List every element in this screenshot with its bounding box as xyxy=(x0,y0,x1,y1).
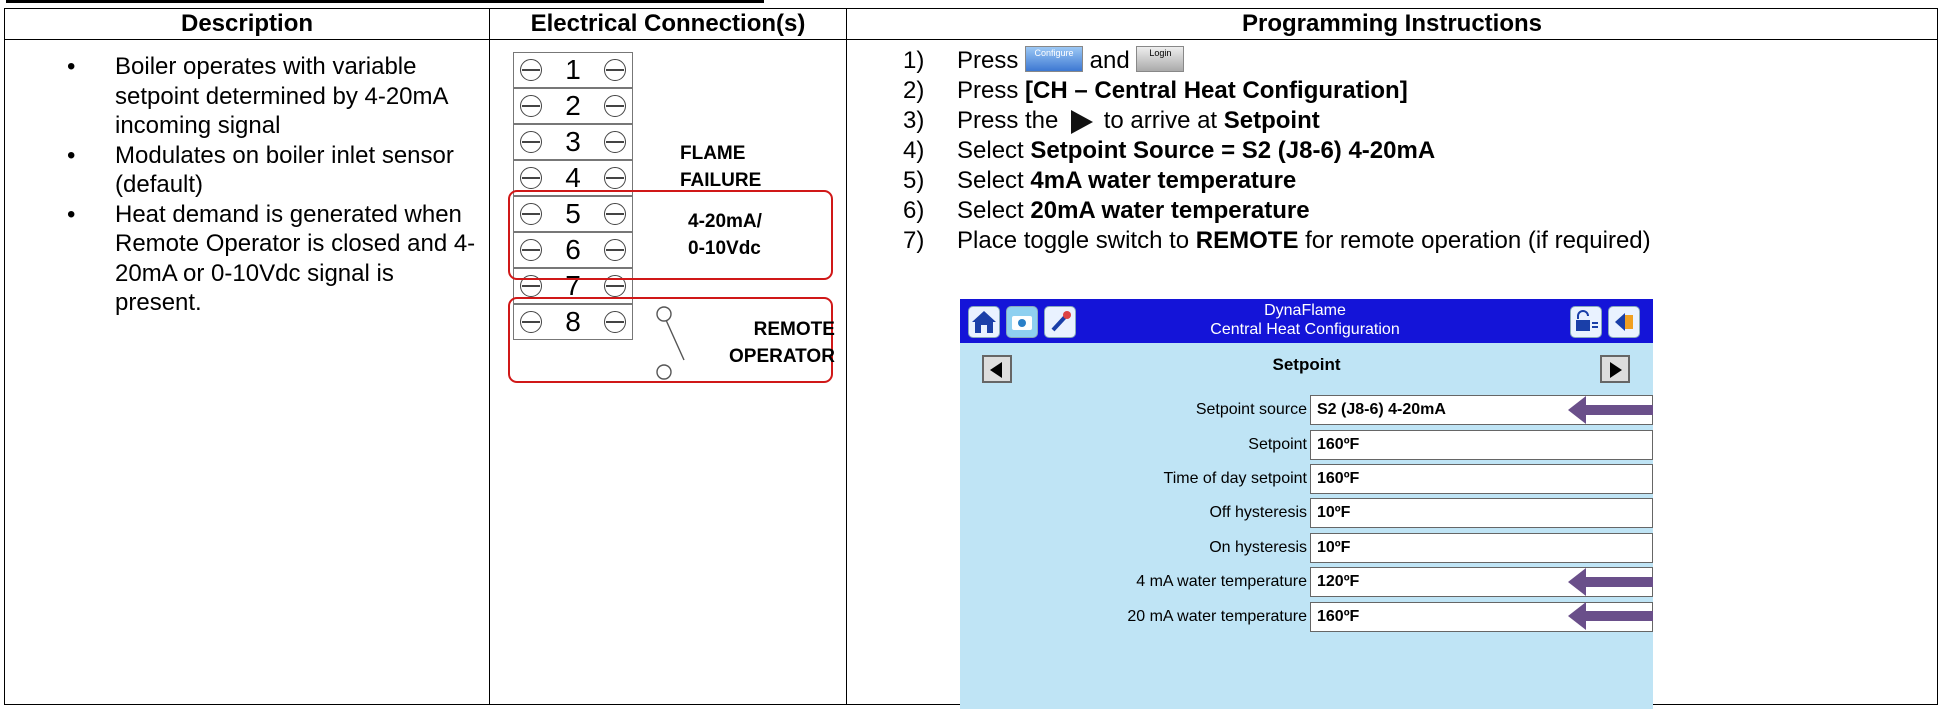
pointer-arrow-icon xyxy=(1568,396,1653,424)
home-icon[interactable] xyxy=(968,306,1000,338)
field-row: 4 mA water temperature 120ºF xyxy=(960,567,1653,597)
controller-screen: DynaFlame Central Heat Configuration Set… xyxy=(960,299,1653,709)
camera-icon[interactable] xyxy=(1006,306,1038,338)
field-row: 20 mA water temperature 160ºF xyxy=(960,602,1653,632)
field-row: Off hysteresis 10ºF xyxy=(960,498,1653,528)
pointer-arrow-icon xyxy=(1568,602,1653,630)
pointer-arrow-icon xyxy=(1568,568,1653,596)
header-rule xyxy=(6,0,764,3)
description-list: • Boiler operates with variable setpoint … xyxy=(5,40,489,318)
next-page-button[interactable] xyxy=(1600,355,1630,383)
flame-failure-label: FLAME FAILURE xyxy=(680,143,762,191)
screen-title-line2: Central Heat Configuration xyxy=(1210,321,1400,338)
step-1: 1) Press Configure and Login xyxy=(847,46,1937,76)
setpoint-field[interactable]: 160ºF xyxy=(1310,430,1653,460)
screw-icon xyxy=(603,95,626,117)
steps-list: 1) Press Configure and Login 2) Press [CH … xyxy=(847,40,1937,256)
step-2: 2) Press [CH – Central Heat Configuration… xyxy=(903,77,1408,104)
step-6: 6) Select 20mA water temperature xyxy=(903,197,1310,224)
step-5: 5) Select 4mA water temperature xyxy=(903,167,1297,194)
time-of-day-setpoint-field[interactable]: 160ºF xyxy=(1310,464,1653,494)
switch-icon xyxy=(656,306,685,380)
electrical-cell: 1 2 3 4 5 6 7 8 FLAME FAILURE 4-20mA/0-10… xyxy=(489,39,847,705)
tool-icon[interactable] xyxy=(1044,306,1076,338)
remote-operator-label: REMOTE OPERATOR xyxy=(729,319,835,367)
configure-button-image: Configure xyxy=(1025,46,1084,72)
field-row: Setpoint source S2 (J8-6) 4-20mA xyxy=(960,395,1653,425)
step-7: 7) Place toggle switch to REMOTE for remo… xyxy=(903,227,1651,254)
screw-icon xyxy=(603,167,626,189)
step-4: 4) Select Setpoint Source = S2 (J8-6) 4-2… xyxy=(903,137,1436,164)
description-item: • Boiler operates with variable setpoint … xyxy=(67,53,448,139)
header-programming-instructions: Programming Instructions xyxy=(846,8,1938,40)
field-row: On hysteresis 10ºF xyxy=(960,533,1653,563)
screw-icon xyxy=(603,59,626,81)
bullet-icon: • xyxy=(67,200,76,228)
step-3: 3) Press the to arrive at Setpoint xyxy=(903,107,1320,134)
description-cell: • Boiler operates with variable setpoint … xyxy=(4,39,490,705)
description-item: • Heat demand is generated when Remote Op… xyxy=(67,200,476,317)
field-row: Setpoint 160ºF xyxy=(960,430,1653,460)
screen-title-line1: DynaFlame xyxy=(1264,302,1346,319)
off-hysteresis-field[interactable]: 10ºF xyxy=(1310,498,1653,528)
back-icon[interactable] xyxy=(1608,306,1640,338)
signal-input-label: 4-20mA/0-10Vdc xyxy=(688,211,762,259)
terminal-2: 2 xyxy=(513,88,633,124)
arrow-right-icon xyxy=(1610,362,1622,378)
signal-terminals-highlight xyxy=(508,190,833,280)
bullet-icon: • xyxy=(67,53,76,80)
unlock-icon[interactable] xyxy=(1570,306,1602,338)
screen-header: DynaFlame Central Heat Configuration xyxy=(960,299,1653,343)
screw-icon xyxy=(520,95,542,117)
login-button-image: Login xyxy=(1136,46,1185,72)
screw-icon xyxy=(520,167,542,189)
screw-icon xyxy=(520,131,542,153)
header-description: Description xyxy=(4,8,490,40)
next-arrow-icon xyxy=(1071,109,1094,134)
terminal-block: 1 2 3 4 5 6 7 8 FLAME FAILURE 4-20mA/0-10… xyxy=(490,40,846,700)
screw-icon xyxy=(520,59,542,81)
header-electrical-connections: Electrical Connection(s) xyxy=(489,8,847,40)
on-hysteresis-field[interactable]: 10ºF xyxy=(1310,533,1653,563)
terminal-1: 1 xyxy=(513,52,633,88)
screen-subtitle: Setpoint xyxy=(1272,355,1341,374)
description-item: • Modulates on boiler inlet sensor (defau… xyxy=(67,141,454,199)
bullet-icon: • xyxy=(67,141,76,169)
field-row: Time of day setpoint 160ºF xyxy=(960,464,1653,494)
terminal-3: 3 xyxy=(513,124,633,160)
screw-icon xyxy=(603,131,626,153)
